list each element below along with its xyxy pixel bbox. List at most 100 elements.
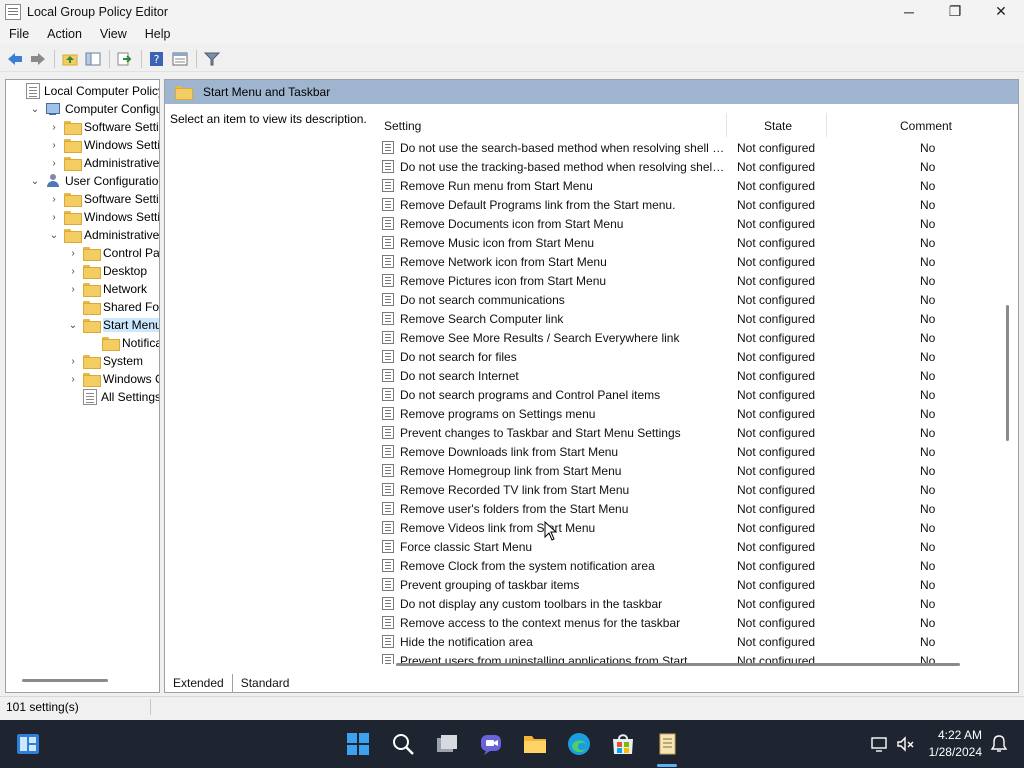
setting-row[interactable]: Remove Search Computer link Not configure…: [368, 309, 1008, 328]
chat-button[interactable]: [477, 730, 505, 758]
start-button[interactable]: [344, 730, 372, 758]
tree-item[interactable]: › Windows Setting: [48, 208, 159, 226]
tree-item[interactable]: All Settings: [67, 388, 159, 406]
chevron-right-icon[interactable]: ›: [48, 158, 60, 169]
setting-row[interactable]: Hide the notification area Not configured…: [368, 632, 1008, 651]
export-list-button[interactable]: [114, 48, 136, 70]
chevron-down-icon[interactable]: ⌄: [67, 320, 79, 331]
tree-item[interactable]: › Desktop: [67, 262, 147, 280]
setting-row[interactable]: Remove Network icon from Start Menu Not c…: [368, 252, 1008, 271]
setting-row[interactable]: Remove Homegroup link from Start Menu Not…: [368, 461, 1008, 480]
setting-row[interactable]: Remove Music icon from Start Menu Not con…: [368, 233, 1008, 252]
tree-item[interactable]: Local Computer Policy: [10, 82, 159, 100]
menu-view[interactable]: View: [91, 27, 136, 41]
group-policy-editor-taskbar-button[interactable]: [653, 730, 681, 758]
setting-row[interactable]: Force classic Start Menu Not configured No: [368, 537, 1008, 556]
setting-row[interactable]: Do not search programs and Control Panel…: [368, 385, 1008, 404]
chevron-right-icon[interactable]: ›: [67, 356, 79, 367]
tree-item[interactable]: ⌄ Administrative Te: [48, 226, 159, 244]
chevron-right-icon[interactable]: ›: [48, 140, 60, 151]
tree-item[interactable]: › Windows Cor: [67, 370, 159, 388]
column-divider[interactable]: [826, 113, 827, 137]
setting-row[interactable]: Remove user's folders from the Start Men…: [368, 499, 1008, 518]
column-divider[interactable]: [726, 113, 727, 137]
tree-item[interactable]: › Administrative Te: [48, 154, 159, 172]
chevron-right-icon[interactable]: ›: [67, 284, 79, 295]
chevron-down-icon[interactable]: ⌄: [48, 230, 60, 241]
horizontal-scrollbar[interactable]: [396, 663, 960, 666]
tree-item[interactable]: › System: [67, 352, 143, 370]
tab-extended[interactable]: Extended: [164, 674, 233, 693]
search-button[interactable]: [389, 730, 417, 758]
maximize-button[interactable]: ❐: [932, 0, 978, 23]
properties-button[interactable]: [169, 48, 191, 70]
tree-item[interactable]: › Network: [67, 280, 147, 298]
forward-button[interactable]: [27, 48, 49, 70]
volume-button[interactable]: [891, 730, 919, 758]
setting-row[interactable]: Remove Default Programs link from the St…: [368, 195, 1008, 214]
notifications-button[interactable]: [985, 730, 1013, 758]
task-view-button[interactable]: [433, 730, 461, 758]
setting-row[interactable]: Remove Clock from the system notificatio…: [368, 556, 1008, 575]
setting-row[interactable]: Prevent grouping of taskbar items Not con…: [368, 575, 1008, 594]
setting-row[interactable]: Remove Run menu from Start Menu Not confi…: [368, 176, 1008, 195]
setting-row[interactable]: Prevent changes to Taskbar and Start Men…: [368, 423, 1008, 442]
minimize-button[interactable]: ─: [886, 0, 932, 23]
chevron-right-icon[interactable]: ›: [67, 248, 79, 259]
setting-row[interactable]: Do not search communications Not configur…: [368, 290, 1008, 309]
widgets-button[interactable]: [14, 730, 42, 758]
setting-row[interactable]: Remove Pictures icon from Start Menu Not …: [368, 271, 1008, 290]
filter-button[interactable]: [201, 48, 223, 70]
menu-help[interactable]: Help: [136, 27, 180, 41]
menu-file[interactable]: File: [0, 27, 38, 41]
chevron-right-icon[interactable]: ›: [48, 194, 60, 205]
back-button[interactable]: [4, 48, 26, 70]
close-button[interactable]: ✕: [978, 0, 1024, 23]
chevron-right-icon[interactable]: ›: [67, 266, 79, 277]
tree-item[interactable]: Shared Folder: [67, 298, 159, 316]
setting-row[interactable]: Remove Downloads link from Start Menu Not…: [368, 442, 1008, 461]
chevron-right-icon[interactable]: ›: [48, 212, 60, 223]
setting-row[interactable]: Remove programs on Settings menu Not conf…: [368, 404, 1008, 423]
tree-horizontal-scrollbar[interactable]: [22, 679, 108, 682]
tree-pane[interactable]: Local Computer Policy⌄Computer Configura…: [5, 79, 160, 693]
network-button[interactable]: [866, 730, 894, 758]
tree-item[interactable]: ⌄ Start Menu ar: [67, 316, 159, 334]
up-level-button[interactable]: [59, 48, 81, 70]
chevron-right-icon[interactable]: ›: [67, 374, 79, 385]
clock-date[interactable]: 1/28/2024: [918, 745, 982, 759]
setting-row[interactable]: Do not display any custom toolbars in th…: [368, 594, 1008, 613]
column-header-setting[interactable]: Setting: [384, 115, 421, 137]
tab-standard[interactable]: Standard: [232, 674, 298, 693]
chevron-right-icon[interactable]: ›: [48, 122, 60, 133]
setting-row[interactable]: Do not use the tracking-based method whe…: [368, 157, 1008, 176]
setting-row[interactable]: Remove Videos link from Start Menu Not co…: [368, 518, 1008, 537]
file-explorer-button[interactable]: [521, 730, 549, 758]
store-button[interactable]: [609, 730, 637, 758]
tree-item[interactable]: › Software Settings: [48, 190, 159, 208]
setting-row[interactable]: Do not search for files Not configured No: [368, 347, 1008, 366]
tree-item[interactable]: › Control Panel: [67, 244, 159, 262]
tree-item[interactable]: ⌄ User Configuration: [29, 172, 159, 190]
setting-row[interactable]: Do not search Internet Not configured No: [368, 366, 1008, 385]
setting-row[interactable]: Remove access to the context menus for t…: [368, 613, 1008, 632]
column-header-comment[interactable]: Comment: [900, 115, 952, 137]
clock-time[interactable]: 4:22 AM: [922, 728, 982, 742]
tree-item[interactable]: › Software Settings: [48, 118, 159, 136]
tree-item[interactable]: Notificatio: [86, 334, 159, 352]
help-button[interactable]: ?: [146, 48, 168, 70]
edge-button[interactable]: [565, 730, 593, 758]
setting-row[interactable]: Remove Documents icon from Start Menu Not…: [368, 214, 1008, 233]
tree-item[interactable]: ⌄ Computer Configura: [29, 100, 159, 118]
setting-row[interactable]: Remove Recorded TV link from Start Menu N…: [368, 480, 1008, 499]
menu-action[interactable]: Action: [38, 27, 91, 41]
setting-row[interactable]: Remove See More Results / Search Everywh…: [368, 328, 1008, 347]
show-hide-tree-button[interactable]: [82, 48, 104, 70]
setting-row[interactable]: Do not use the search-based method when …: [368, 138, 1008, 157]
settings-list[interactable]: Setting State Comment Do not use the sea…: [368, 104, 1018, 664]
tree-item[interactable]: › Windows Setting: [48, 136, 159, 154]
column-header-state[interactable]: State: [764, 115, 792, 137]
chevron-down-icon[interactable]: ⌄: [29, 176, 41, 187]
chevron-down-icon[interactable]: ⌄: [29, 104, 41, 115]
vertical-scrollbar[interactable]: [1006, 305, 1009, 441]
